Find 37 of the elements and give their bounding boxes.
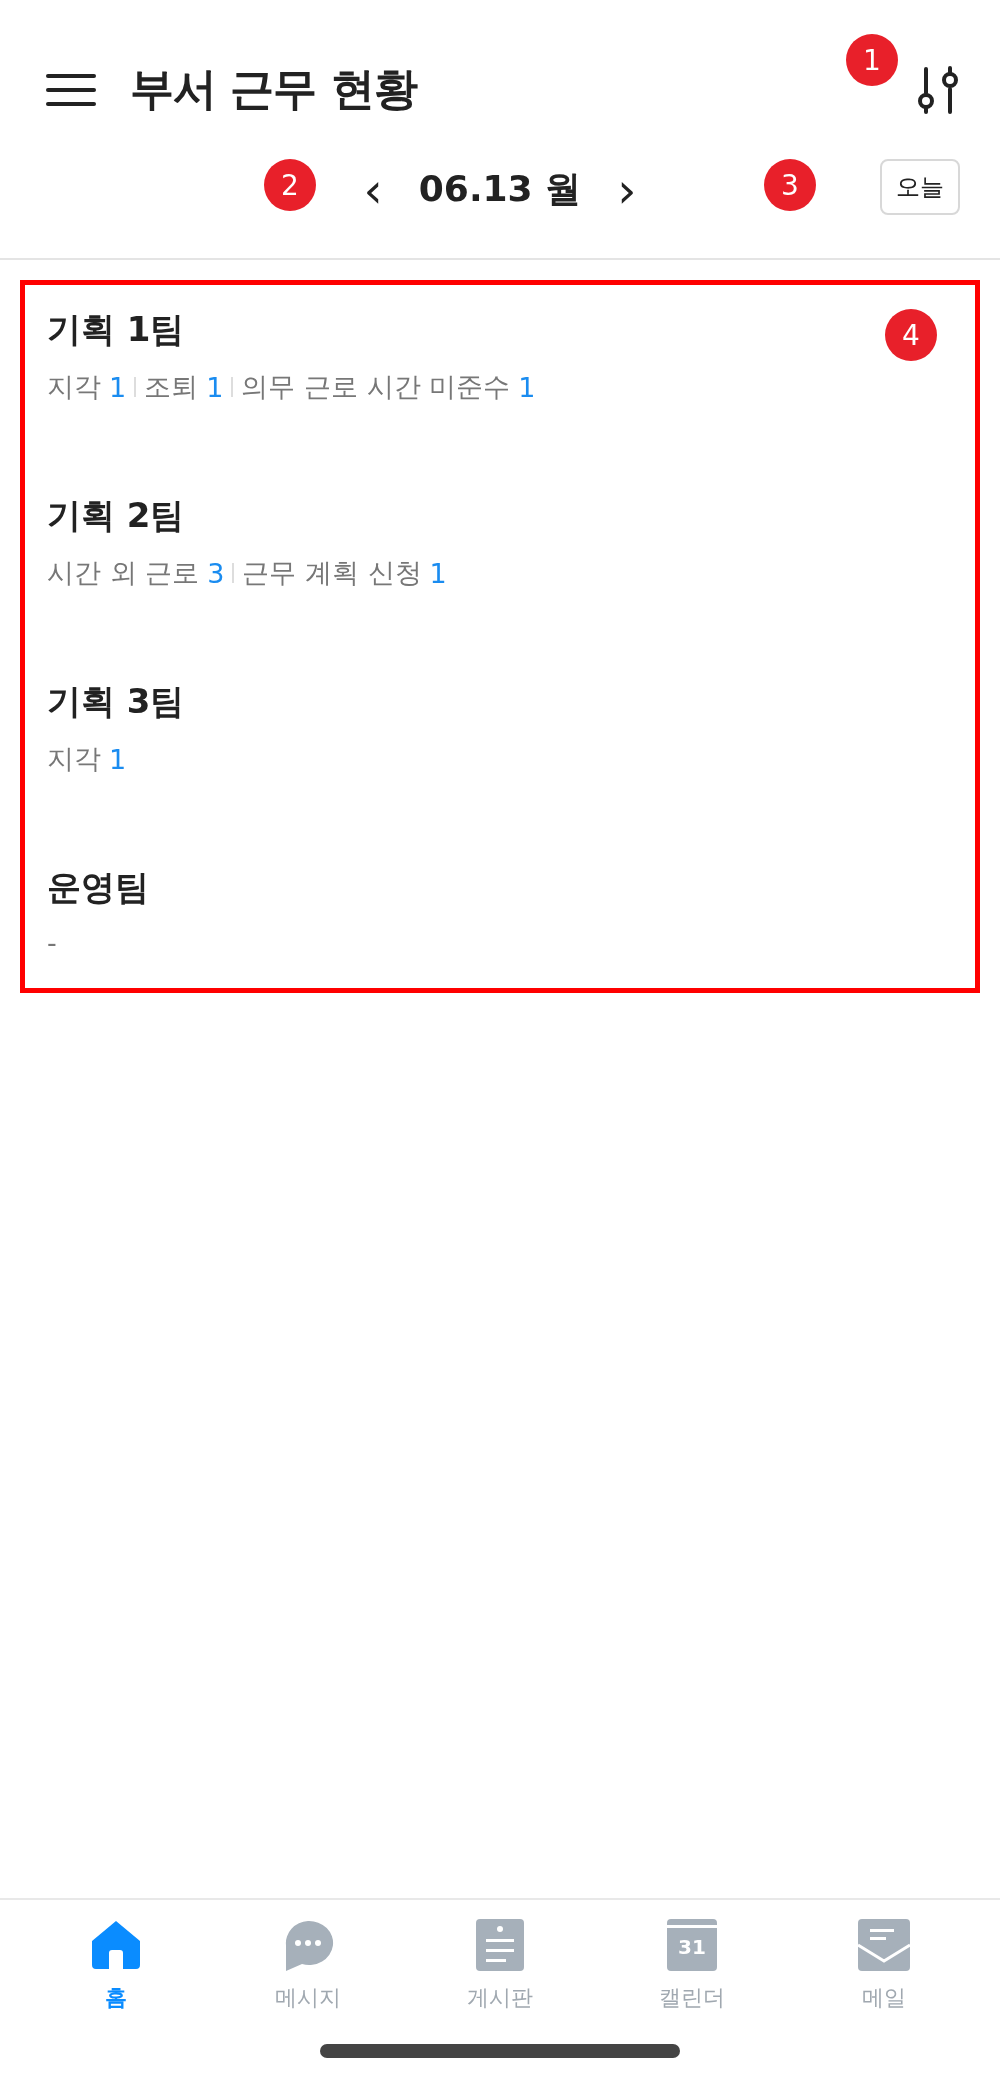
home-icon bbox=[90, 1919, 142, 1971]
team-name: 운영팀 bbox=[47, 866, 149, 909]
calendar-icon: 31 bbox=[667, 1919, 717, 1971]
team-name: 기획 2팀 bbox=[47, 494, 185, 537]
settings-icon[interactable] bbox=[916, 64, 960, 115]
previous-button[interactable]: ‹ bbox=[357, 169, 389, 210]
tab-bar-item[interactable]: 게시판 bbox=[430, 1918, 570, 2038]
stat-label: 근무 계획 신청 bbox=[242, 556, 422, 590]
mail-icon bbox=[858, 1919, 910, 1971]
stat-label: 의무 근로 시간 미준수 bbox=[241, 370, 511, 404]
stat-label: 지각 bbox=[47, 742, 101, 776]
empty-text: - bbox=[47, 927, 57, 958]
stat-count[interactable]: 1 bbox=[109, 371, 127, 403]
next-button[interactable]: › bbox=[611, 169, 643, 210]
stat-count[interactable]: 1 bbox=[518, 371, 536, 403]
stat-label: 조퇴 bbox=[144, 370, 199, 404]
callout-badge: 2 bbox=[264, 159, 316, 211]
stat-count[interactable]: 1 bbox=[109, 743, 127, 775]
date-label: 06.13 월 bbox=[418, 167, 582, 211]
tab-bar-item[interactable]: 메시지 bbox=[238, 1918, 378, 2038]
stat-count[interactable]: 3 bbox=[207, 557, 225, 589]
page-title: 부서 근무 현황 bbox=[130, 62, 419, 116]
stat-label: 지각 bbox=[47, 370, 101, 404]
tab-bar-item[interactable]: 메일 bbox=[814, 1918, 954, 2038]
stat-count[interactable]: 1 bbox=[429, 557, 447, 589]
callout-badge: 1 bbox=[846, 34, 898, 86]
today-button[interactable]: 오늘 bbox=[880, 159, 960, 215]
team-name: 기획 1팀 bbox=[47, 308, 185, 351]
tab-bar-item[interactable]: 홈 bbox=[46, 1918, 186, 2038]
stat-label: 시간 외 근로 bbox=[47, 556, 200, 590]
stat-count[interactable]: 1 bbox=[206, 371, 224, 403]
callout-badge: 3 bbox=[764, 159, 816, 211]
team-name: 기획 3팀 bbox=[47, 680, 185, 723]
menu-icon[interactable] bbox=[46, 72, 96, 107]
document-icon bbox=[476, 1919, 524, 1971]
callout-badge: 4 bbox=[885, 309, 937, 361]
tab-bar-item[interactable]: 31 캘린더 bbox=[622, 1918, 762, 2038]
